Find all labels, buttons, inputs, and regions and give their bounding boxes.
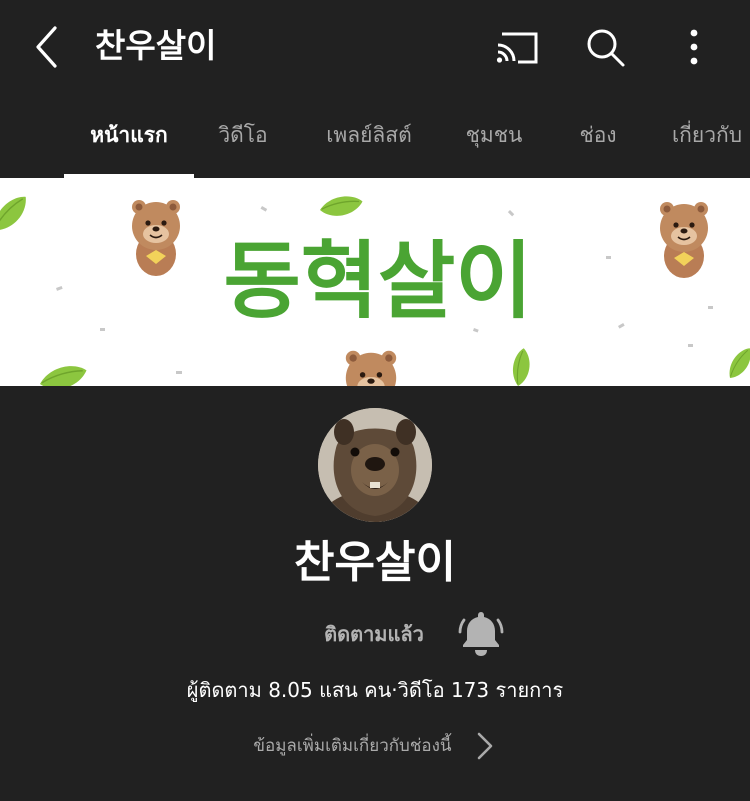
cast-button[interactable] — [494, 28, 540, 66]
more-about-channel-link[interactable]: ข้อมูลเพิ่มเติมเกี่ยวกับช่องนี้ — [0, 726, 750, 766]
back-button[interactable] — [28, 24, 68, 70]
tab-label: เกี่ยวกับ — [672, 123, 743, 147]
chevron-left-icon — [36, 26, 57, 68]
channel-tabs: หน้าแรก วิดีโอ เพลย์ลิสต์ ชุมชน ช่อง เกี… — [0, 94, 750, 178]
banner-illustration: 동혁살이 — [0, 191, 750, 386]
banner-title: 동혁살이 — [223, 232, 532, 330]
notification-bell-button[interactable] — [458, 610, 504, 658]
tab-community[interactable]: ชุมชน — [452, 94, 536, 178]
tab-about[interactable]: เกี่ยวกับ — [672, 94, 750, 178]
more-options-button[interactable] — [680, 26, 708, 68]
bell-icon — [458, 612, 504, 656]
tab-label: เพลย์ลิสต์ — [326, 123, 412, 147]
subscription-row: ติดตามแล้ว — [0, 606, 750, 662]
cast-icon — [496, 32, 538, 64]
tab-label: วิดีโอ — [218, 123, 268, 147]
channel-banner: 동혁살이 — [0, 178, 750, 386]
tab-videos[interactable]: วิดีโอ — [200, 94, 286, 178]
subscribed-button[interactable]: ติดตามแล้ว — [300, 614, 448, 654]
tab-label: ช่อง — [579, 123, 617, 147]
tab-label: หน้าแรก — [90, 123, 168, 147]
tab-home[interactable]: หน้าแรก — [64, 94, 194, 178]
channel-stats: ผู้ติดตาม 8.05 แสน คน·วิดีโอ 173 รายการ — [186, 678, 564, 702]
page-title: 찬우살이 — [95, 26, 217, 65]
more-info-label: ข้อมูลเพิ่มเติมเกี่ยวกับช่องนี้ — [253, 736, 452, 756]
tab-playlists[interactable]: เพลย์ลิสต์ — [306, 94, 432, 178]
more-vertical-icon — [690, 29, 698, 65]
search-icon — [587, 29, 625, 67]
search-button[interactable] — [584, 26, 628, 70]
top-app-bar: 찬우살이 — [0, 0, 750, 94]
channel-avatar[interactable] — [318, 408, 432, 522]
quokka-avatar-image — [318, 408, 432, 522]
tab-label: ชุมชน — [465, 123, 523, 147]
chevron-right-icon — [477, 732, 492, 760]
tab-channels[interactable]: ช่อง — [566, 94, 630, 178]
channel-name: 찬우살이 — [294, 537, 456, 588]
